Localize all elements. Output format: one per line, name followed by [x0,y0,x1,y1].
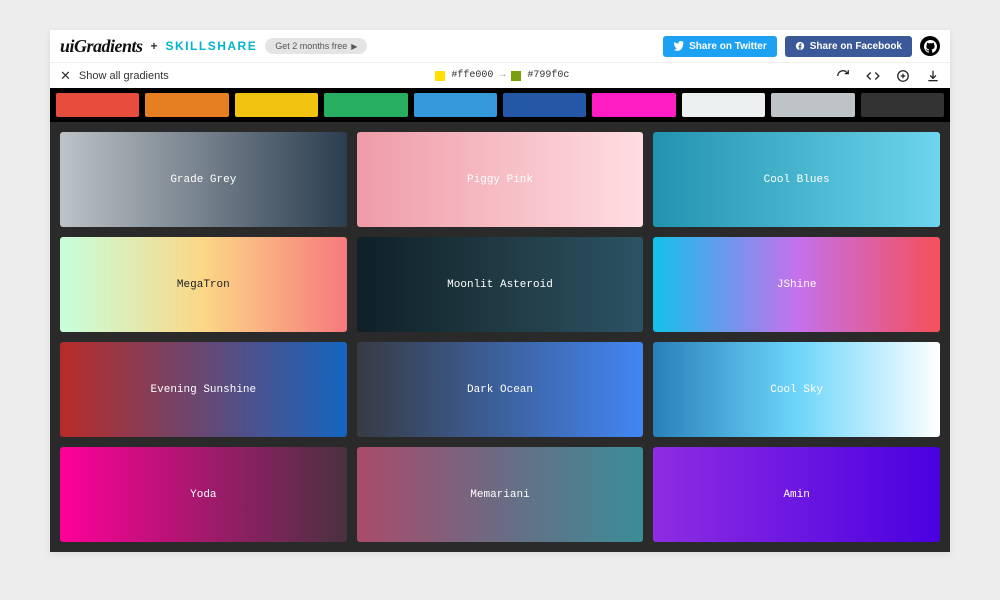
app-window: uiGradients + SKILLSHARE Get 2 months fr… [50,30,950,552]
gradient-name: JShine [777,279,817,291]
gradient-card[interactable]: Yoda [60,447,347,542]
github-icon [924,40,937,53]
gradient-grid: Grade Grey Piggy Pink Cool Blues MegaTron Mo… [50,122,950,552]
palette-tile-4[interactable] [414,93,497,117]
gradient-card[interactable]: Memariani [357,447,644,542]
swatch-2[interactable] [511,71,521,81]
gradient-name: Cool Blues [764,174,830,186]
promo-text: Get 2 months free [275,41,347,51]
hex-2[interactable]: #799f0c [527,70,569,81]
palette-tile-9[interactable] [861,93,944,117]
twitter-icon [673,41,684,52]
toolbar-icons [836,69,940,83]
share-twitter-label: Share on Twitter [689,41,767,52]
download-icon[interactable] [926,69,940,83]
gradient-name: Amin [783,489,809,501]
arrow-icon: → [499,70,505,81]
palette-tile-2[interactable] [235,93,318,117]
hex-1[interactable]: #ffe000 [451,70,493,81]
add-icon[interactable] [896,69,910,83]
code-icon[interactable] [866,69,880,83]
palette-tile-5[interactable] [503,93,586,117]
gradient-card[interactable]: Piggy Pink [357,132,644,227]
gradient-name: Yoda [190,489,216,501]
share-facebook-button[interactable]: Share on Facebook [785,36,912,57]
gradient-card[interactable]: Cool Blues [653,132,940,227]
gradient-card[interactable]: Cool Sky [653,342,940,437]
gradient-name: Dark Ocean [467,384,533,396]
rotate-icon[interactable] [836,69,850,83]
gradient-card[interactable]: MegaTron [60,237,347,332]
hex-display: #ffe000 → #799f0c [435,70,569,81]
gradient-name: Moonlit Asteroid [447,279,553,291]
facebook-icon [795,41,805,51]
gradient-name: Evening Sunshine [151,384,257,396]
swatch-1[interactable] [435,71,445,81]
gradient-name: Cool Sky [770,384,823,396]
gradient-name: Piggy Pink [467,174,533,186]
palette-tile-1[interactable] [145,93,228,117]
promo-pill[interactable]: Get 2 months free ▶ [265,38,367,54]
plus-separator: + [151,39,158,53]
partner-label[interactable]: SKILLSHARE [166,39,258,53]
share-twitter-button[interactable]: Share on Twitter [663,36,777,57]
palette-tile-0[interactable] [56,93,139,117]
gradient-card[interactable]: Dark Ocean [357,342,644,437]
close-icon[interactable]: ✕ [60,68,71,84]
gradient-card[interactable]: JShine [653,237,940,332]
gradient-name: MegaTron [177,279,230,291]
share-facebook-label: Share on Facebook [810,41,902,52]
palette-tile-7[interactable] [682,93,765,117]
gradient-card[interactable]: Grade Grey [60,132,347,227]
secondary-bar: ✕ Show all gradients #ffe000 → #799f0c [50,62,950,88]
gradient-card[interactable]: Moonlit Asteroid [357,237,644,332]
gradient-name: Grade Grey [170,174,236,186]
header-bar: uiGradients + SKILLSHARE Get 2 months fr… [50,30,950,62]
palette-tile-8[interactable] [771,93,854,117]
palette-strip [50,88,950,122]
github-link[interactable] [920,36,940,56]
gradient-card[interactable]: Amin [653,447,940,542]
gradient-card[interactable]: Evening Sunshine [60,342,347,437]
brand-logo[interactable]: uiGradients [60,36,143,57]
palette-tile-6[interactable] [592,93,675,117]
show-all-label[interactable]: Show all gradients [79,70,169,82]
caret-right-icon: ▶ [351,42,357,51]
gradient-name: Memariani [470,489,529,501]
palette-tile-3[interactable] [324,93,407,117]
